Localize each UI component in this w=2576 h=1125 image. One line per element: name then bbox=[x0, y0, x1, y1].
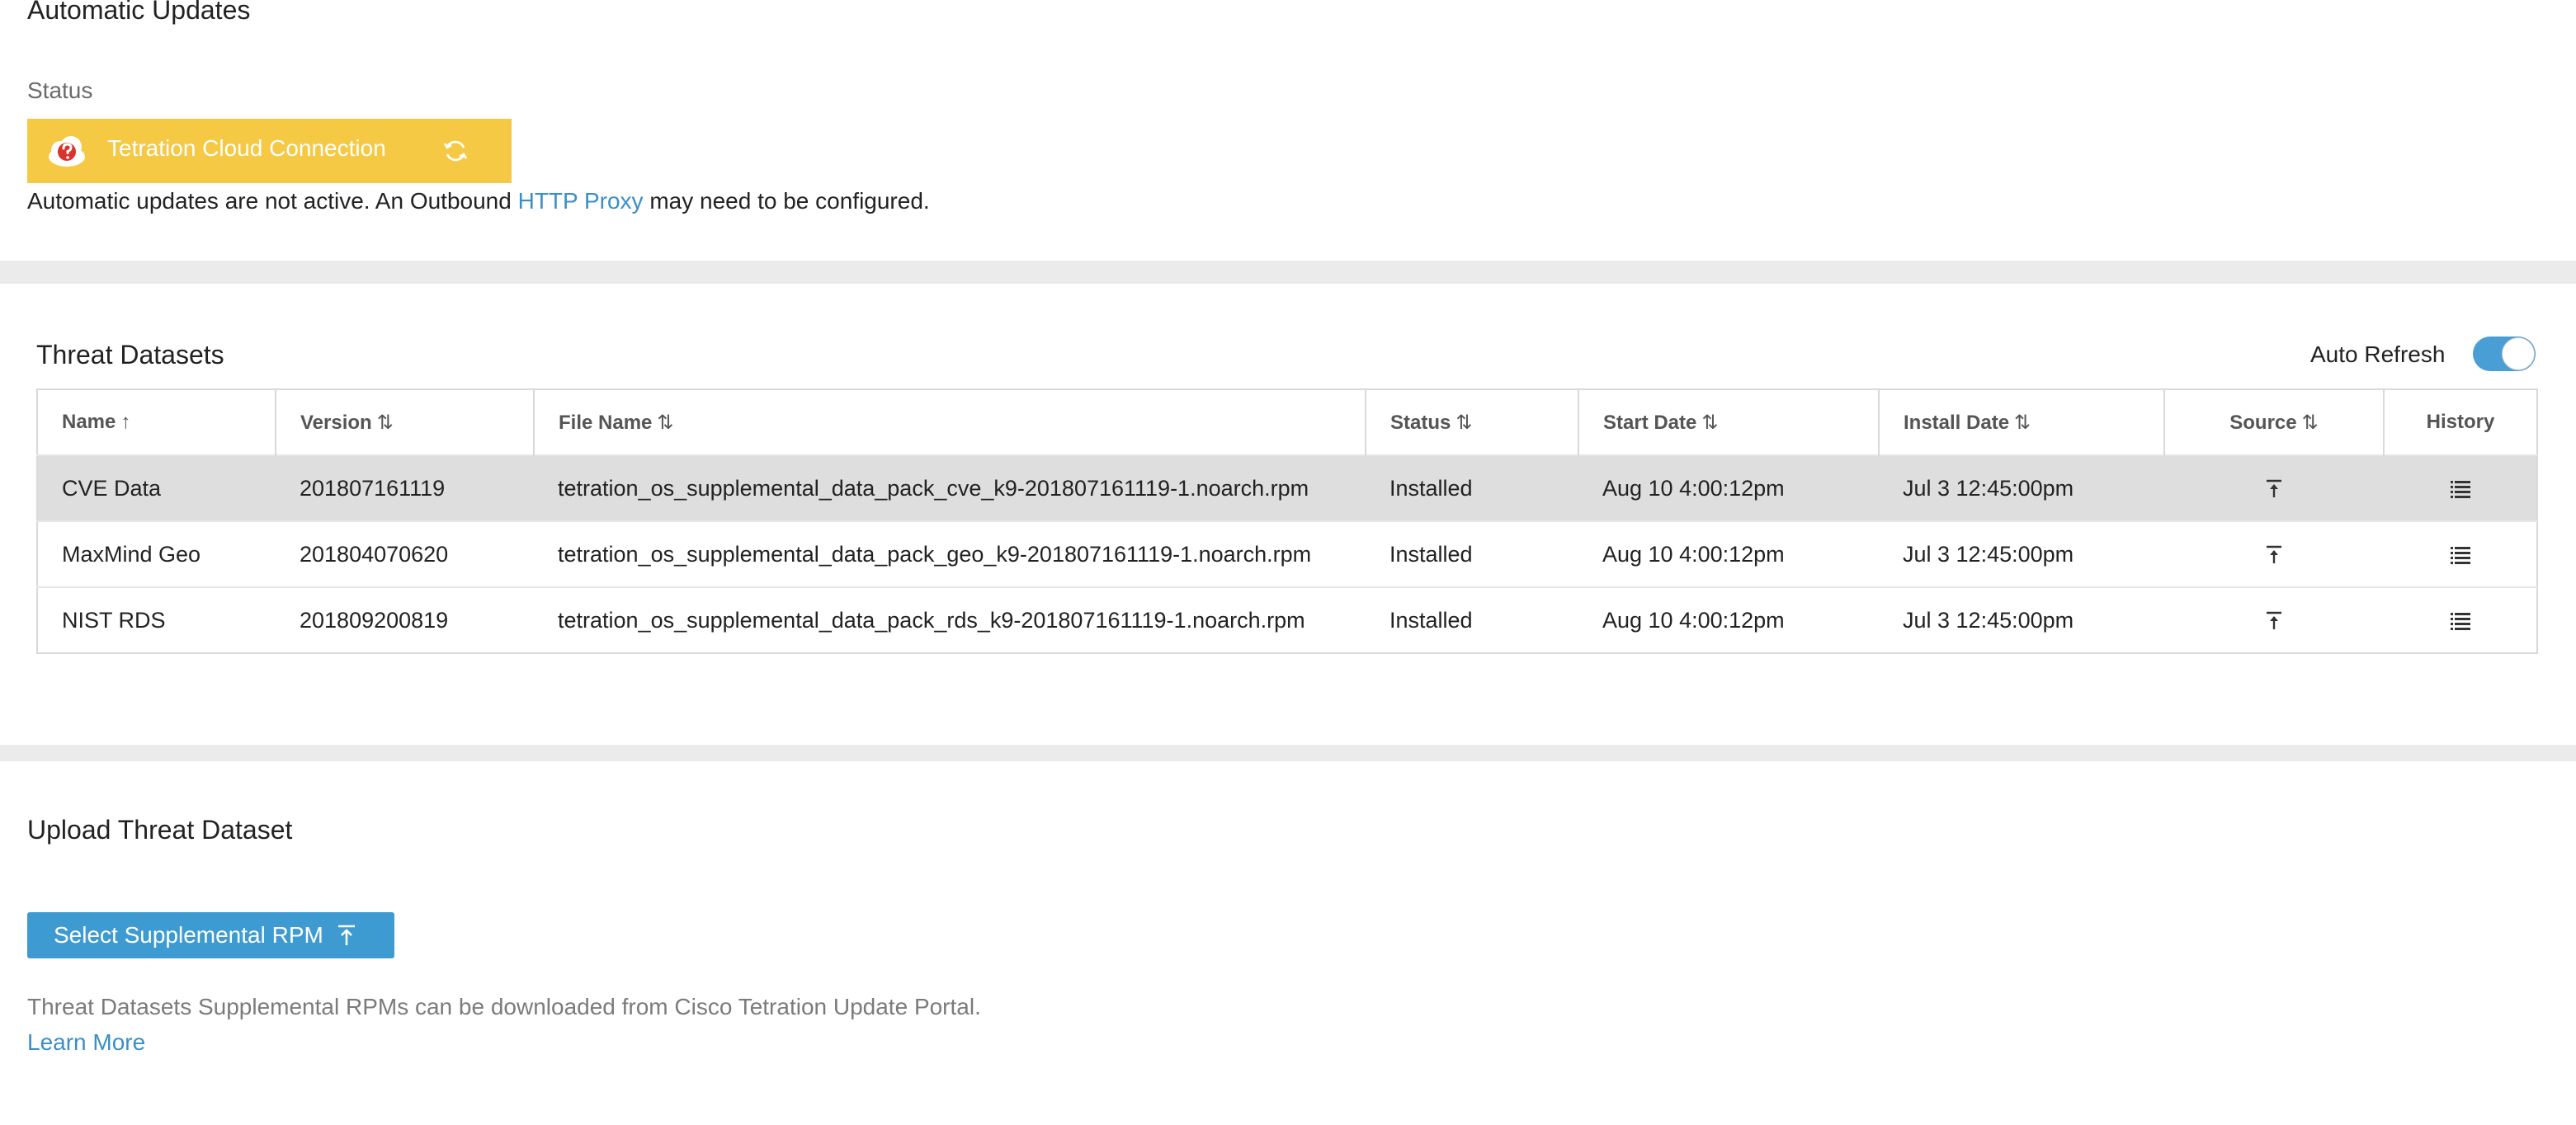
section-divider bbox=[0, 261, 2576, 284]
cell-version: 201804070620 bbox=[276, 520, 534, 587]
auto-refresh-toggle[interactable] bbox=[2473, 337, 2536, 371]
auto-refresh-label: Auto Refresh bbox=[2310, 341, 2446, 367]
cell-source bbox=[2164, 454, 2384, 521]
cell-file-name: tetration_os_supplemental_data_pack_geo_… bbox=[534, 520, 1366, 587]
cell-name: NIST RDS bbox=[37, 586, 276, 653]
cell-file-name: tetration_os_supplemental_data_pack_cve_… bbox=[534, 454, 1366, 521]
cloud-question-icon bbox=[49, 136, 85, 167]
cell-install-date: Jul 3 12:45:00pm bbox=[1879, 520, 2164, 587]
http-proxy-link[interactable]: HTTP Proxy bbox=[518, 188, 644, 214]
cell-name: MaxMind Geo bbox=[37, 520, 276, 587]
updates-message-suffix: may need to be configured. bbox=[643, 188, 930, 214]
column-header-status[interactable]: Status ⇅ bbox=[1365, 389, 1578, 455]
cell-source bbox=[2164, 586, 2384, 653]
column-header-install-date[interactable]: Install Date ⇅ bbox=[1878, 389, 2164, 455]
cell-name: CVE Data bbox=[37, 454, 276, 521]
column-header-start-date[interactable]: Start Date ⇅ bbox=[1578, 389, 1879, 455]
column-header-name[interactable]: Name ↑ bbox=[37, 389, 276, 455]
cell-install-date: Jul 3 12:45:00pm bbox=[1879, 454, 2164, 521]
sort-icon: ⇅ bbox=[657, 411, 674, 434]
history-list-icon[interactable] bbox=[2446, 606, 2475, 634]
cell-install-date: Jul 3 12:45:00pm bbox=[1879, 586, 2164, 653]
supplemental-rpm-note: Threat Datasets Supplemental RPMs can be… bbox=[27, 994, 981, 1019]
cell-start-date: Aug 10 4:00:12pm bbox=[1578, 454, 1879, 521]
cell-version: 201809200819 bbox=[276, 586, 534, 653]
column-header-file-name[interactable]: File Name ⇅ bbox=[533, 389, 1366, 455]
sort-icon: ⇅ bbox=[1455, 411, 1473, 434]
cell-history bbox=[2384, 520, 2537, 587]
cloud-connection-label: Tetration Cloud Connection bbox=[107, 135, 386, 161]
column-header-history: History bbox=[2383, 389, 2537, 455]
sort-icon: ⇅ bbox=[2014, 411, 2031, 434]
column-header-source[interactable]: Source ⇅ bbox=[2163, 389, 2384, 455]
column-header-status-label: Status bbox=[1390, 411, 1451, 434]
column-header-file-name-label: File Name bbox=[559, 411, 653, 434]
status-label: Status bbox=[27, 78, 93, 103]
upload-icon bbox=[337, 925, 355, 945]
cell-version: 201807161119 bbox=[276, 454, 534, 521]
sort-ascending-icon: ↑ bbox=[120, 411, 131, 433]
upload-source-icon[interactable] bbox=[2260, 474, 2288, 502]
refresh-icon[interactable] bbox=[441, 137, 469, 165]
column-header-history-label: History bbox=[2426, 411, 2495, 433]
cell-history bbox=[2384, 586, 2537, 653]
threat-datasets-title: Threat Datasets bbox=[36, 340, 224, 370]
updates-message: Automatic updates are not active. An Out… bbox=[27, 188, 930, 214]
threat-datasets-table: Name ↑ Version ⇅ File Name ⇅ Status ⇅ Start … bbox=[36, 388, 2538, 654]
column-header-version[interactable]: Version ⇅ bbox=[275, 389, 534, 455]
cell-file-name: tetration_os_supplemental_data_pack_rds_… bbox=[534, 586, 1366, 653]
cloud-connection-badge: Tetration Cloud Connection bbox=[27, 119, 512, 183]
cell-status: Installed bbox=[1366, 454, 1578, 521]
column-header-source-label: Source bbox=[2229, 411, 2297, 434]
column-header-install-date-label: Install Date bbox=[1904, 411, 2010, 434]
cell-source bbox=[2164, 520, 2384, 587]
sort-icon: ⇅ bbox=[376, 411, 394, 434]
upload-threat-dataset-title: Upload Threat Dataset bbox=[27, 815, 293, 845]
table-row[interactable]: MaxMind Geo 201804070620 tetration_os_su… bbox=[37, 520, 2537, 587]
upload-source-icon[interactable] bbox=[2260, 606, 2288, 634]
table-header-row: Name ↑ Version ⇅ File Name ⇅ Status ⇅ Start … bbox=[37, 389, 2537, 455]
toggle-knob bbox=[2502, 337, 2535, 370]
cell-history bbox=[2384, 454, 2537, 521]
section-divider bbox=[0, 745, 2576, 761]
select-supplemental-rpm-label: Select Supplemental RPM bbox=[54, 922, 323, 948]
cell-start-date: Aug 10 4:00:12pm bbox=[1578, 520, 1879, 587]
cell-status: Installed bbox=[1366, 586, 1578, 653]
history-list-icon[interactable] bbox=[2446, 540, 2475, 568]
upload-source-icon[interactable] bbox=[2260, 540, 2288, 568]
cell-start-date: Aug 10 4:00:12pm bbox=[1578, 586, 1879, 653]
column-header-name-label: Name bbox=[62, 411, 116, 433]
history-list-icon[interactable] bbox=[2446, 474, 2475, 502]
column-header-start-date-label: Start Date bbox=[1603, 411, 1697, 434]
table-row[interactable]: NIST RDS 201809200819 tetration_os_suppl… bbox=[37, 586, 2537, 653]
column-header-version-label: Version bbox=[300, 411, 372, 434]
updates-message-text: Automatic updates are not active. An Out… bbox=[27, 188, 518, 214]
table-row[interactable]: CVE Data 201807161119 tetration_os_suppl… bbox=[37, 454, 2537, 521]
sort-icon: ⇅ bbox=[2301, 411, 2319, 434]
learn-more-link[interactable]: Learn More bbox=[27, 1029, 145, 1056]
sort-icon: ⇅ bbox=[1701, 411, 1719, 434]
automatic-updates-title: Automatic Updates bbox=[27, 0, 251, 25]
cell-status: Installed bbox=[1366, 520, 1578, 587]
select-supplemental-rpm-button[interactable]: Select Supplemental RPM bbox=[27, 912, 394, 958]
